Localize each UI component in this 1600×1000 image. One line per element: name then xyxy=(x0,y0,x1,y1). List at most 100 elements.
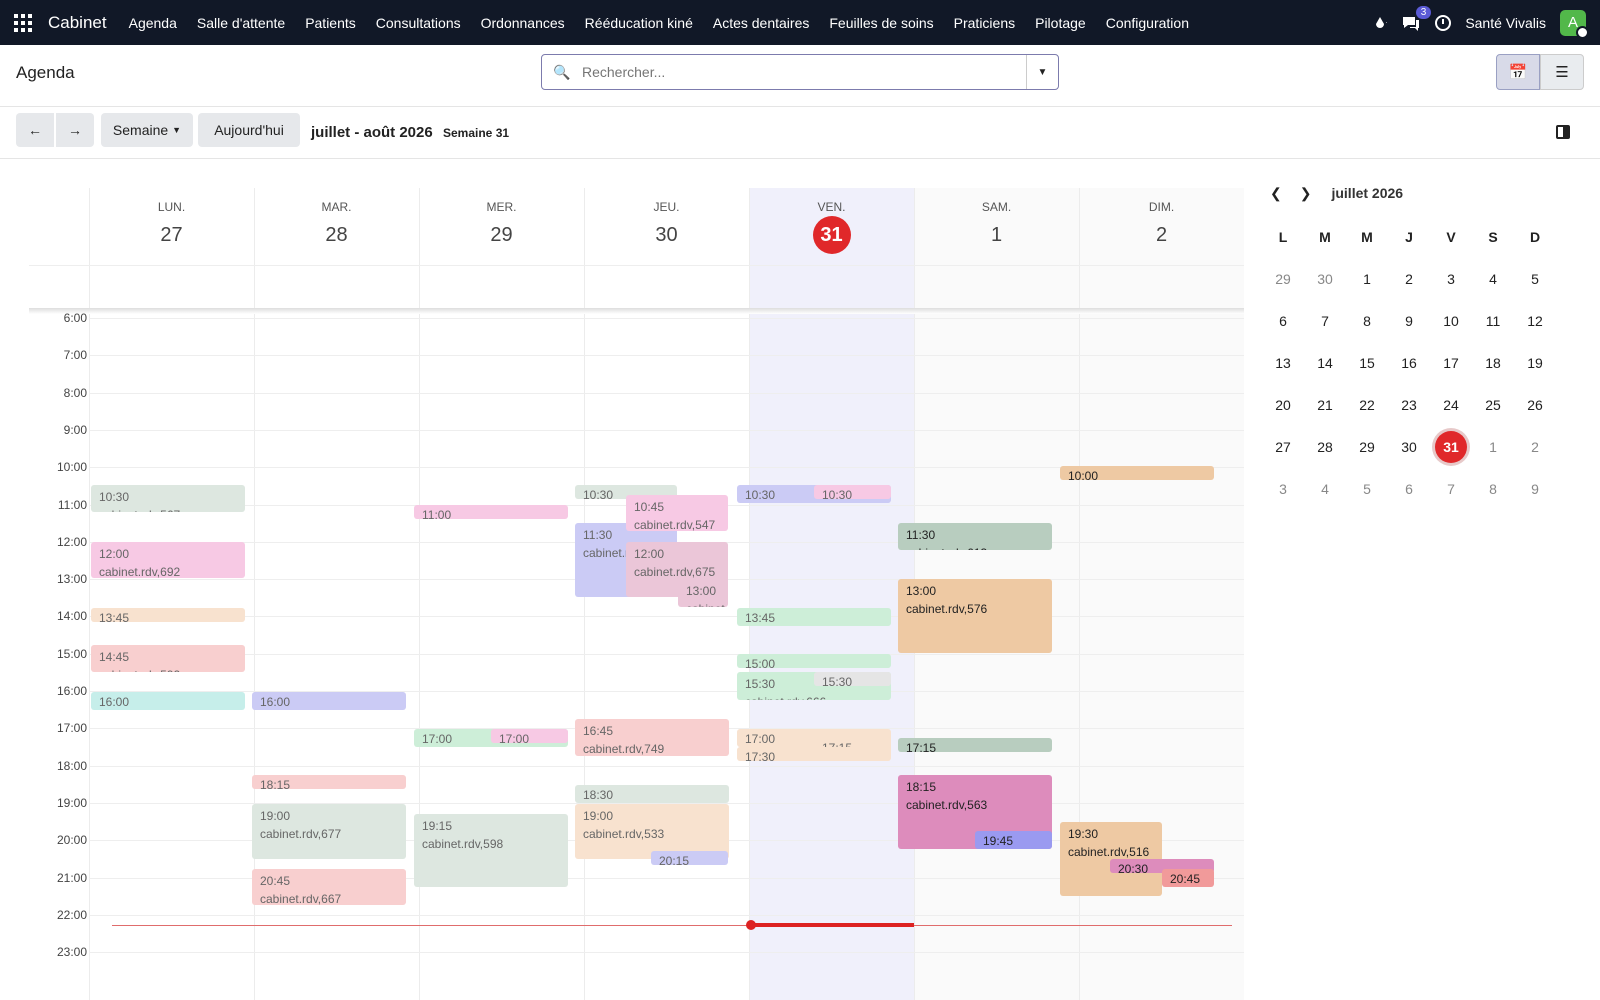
mini-calendar-day[interactable]: 5 xyxy=(1346,468,1388,510)
chevron-left-icon[interactable]: ❮ xyxy=(1270,185,1282,202)
mini-calendar-day[interactable]: 6 xyxy=(1262,300,1304,342)
mini-calendar-day[interactable]: 30 xyxy=(1304,258,1346,300)
calendar-event[interactable]: 11:30 cabinet.rdv,613 xyxy=(898,523,1052,550)
mini-calendar-day[interactable]: 5 xyxy=(1514,258,1556,300)
calendar-event[interactable]: 19:45 xyxy=(975,831,1052,849)
menu-item-waiting-room[interactable]: Salle d'attente xyxy=(197,15,285,31)
mini-calendar-day[interactable]: 7 xyxy=(1304,300,1346,342)
side-panel-toggle-icon[interactable] xyxy=(1556,125,1570,139)
mini-calendar-day[interactable]: 31 xyxy=(1430,426,1472,468)
mini-calendar-day[interactable]: 26 xyxy=(1514,384,1556,426)
calendar-event[interactable]: 10:30 xyxy=(814,485,891,499)
menu-item-consultations[interactable]: Consultations xyxy=(376,15,461,31)
mini-calendar-day[interactable]: 7 xyxy=(1430,468,1472,510)
mini-calendar-day[interactable]: 1 xyxy=(1472,426,1514,468)
calendar-event[interactable]: 12:00 cabinet.rdv,692 xyxy=(91,542,245,578)
menu-item-configuration[interactable]: Configuration xyxy=(1106,15,1189,31)
chat-icon[interactable]: 3 xyxy=(1401,5,1432,32)
mini-calendar-day[interactable]: 16 xyxy=(1388,342,1430,384)
search-input[interactable] xyxy=(582,64,1026,80)
mini-calendar-day[interactable]: 2 xyxy=(1388,258,1430,300)
menu-item-reporting[interactable]: Pilotage xyxy=(1035,15,1086,31)
calendar-event[interactable]: 20:45 xyxy=(1162,869,1214,887)
mini-calendar-day[interactable]: 30 xyxy=(1388,426,1430,468)
mini-calendar-day[interactable]: 15 xyxy=(1346,342,1388,384)
mini-calendar-day[interactable]: 4 xyxy=(1472,258,1514,300)
menu-item-prescriptions[interactable]: Ordonnances xyxy=(481,15,565,31)
mini-calendar-day[interactable]: 23 xyxy=(1388,384,1430,426)
mini-calendar-day[interactable]: 27 xyxy=(1262,426,1304,468)
day-header-wed[interactable]: MER. 29 xyxy=(419,188,584,247)
mini-calendar-day[interactable]: 4 xyxy=(1304,468,1346,510)
mini-calendar-day[interactable]: 10 xyxy=(1430,300,1472,342)
mini-calendar-day[interactable]: 13 xyxy=(1262,342,1304,384)
mini-calendar-day[interactable]: 8 xyxy=(1346,300,1388,342)
mini-calendar-day[interactable]: 25 xyxy=(1472,384,1514,426)
day-header-sun[interactable]: DIM. 2 xyxy=(1079,188,1244,247)
mini-calendar-day[interactable]: 29 xyxy=(1346,426,1388,468)
mini-calendar-day[interactable]: 29 xyxy=(1262,258,1304,300)
calendar-event[interactable]: 16:00 xyxy=(91,692,245,710)
mini-calendar-day[interactable]: 3 xyxy=(1430,258,1472,300)
calendar-event[interactable]: 20:15 xyxy=(651,851,728,865)
list-view-button[interactable]: ☰ xyxy=(1540,54,1584,90)
mini-calendar-day[interactable]: 20 xyxy=(1262,384,1304,426)
calendar-event[interactable]: 19:15 cabinet.rdv,598 xyxy=(414,814,568,887)
calendar-event[interactable]: 20:45 cabinet.rdv,667 xyxy=(252,869,406,905)
mini-calendar-day[interactable]: 17 xyxy=(1430,342,1472,384)
day-header-mon[interactable]: LUN. 27 xyxy=(89,188,254,247)
calendar-event[interactable]: 13:00 cabinet xyxy=(678,579,728,607)
calendar-event[interactable]: 17:00 xyxy=(491,729,568,743)
apps-menu-icon[interactable] xyxy=(14,13,32,32)
calendar-event[interactable]: 15:30 xyxy=(814,672,891,686)
next-button[interactable]: → xyxy=(56,113,94,147)
day-header-tue[interactable]: MAR. 28 xyxy=(254,188,419,247)
mini-calendar-day[interactable]: 11 xyxy=(1472,300,1514,342)
menu-item-physio[interactable]: Rééducation kiné xyxy=(585,15,693,31)
mini-calendar-day[interactable]: 2 xyxy=(1514,426,1556,468)
menu-item-agenda[interactable]: Agenda xyxy=(129,15,177,31)
calendar-event[interactable]: 17:30 xyxy=(737,747,891,761)
calendar-event[interactable]: 17:15 xyxy=(898,738,1052,752)
menu-item-patients[interactable]: Patients xyxy=(305,15,356,31)
calendar-event[interactable]: 18:15 xyxy=(252,775,406,789)
calendar-event[interactable]: 11:00 xyxy=(414,505,568,519)
day-header-thu[interactable]: JEU. 30 xyxy=(584,188,749,247)
scale-dropdown[interactable]: Semaine ▼ xyxy=(101,113,193,147)
day-header-fri[interactable]: VEN. 31 xyxy=(749,188,914,254)
mini-calendar-day[interactable]: 18 xyxy=(1472,342,1514,384)
previous-button[interactable]: ← xyxy=(16,113,54,147)
chevron-right-icon[interactable]: ❯ xyxy=(1300,185,1312,202)
mini-calendar-day[interactable]: 9 xyxy=(1514,468,1556,510)
mini-calendar-day[interactable]: 21 xyxy=(1304,384,1346,426)
calendar-event[interactable]: 18:30 xyxy=(575,785,729,803)
mini-calendar-day[interactable]: 24 xyxy=(1430,384,1472,426)
menu-item-care-sheets[interactable]: Feuilles de soins xyxy=(829,15,933,31)
drop-icon[interactable] xyxy=(1373,16,1388,30)
mini-calendar-day[interactable]: 22 xyxy=(1346,384,1388,426)
mini-calendar-day[interactable]: 28 xyxy=(1304,426,1346,468)
mini-calendar-day[interactable]: 3 xyxy=(1262,468,1304,510)
mini-calendar-day[interactable]: 14 xyxy=(1304,342,1346,384)
calendar-view-button[interactable]: 📅 xyxy=(1496,54,1540,90)
company-name[interactable]: Santé Vivalis xyxy=(1465,15,1546,31)
mini-calendar-day[interactable]: 19 xyxy=(1514,342,1556,384)
calendar-event[interactable]: 14:45 cabinet.rdv,592 xyxy=(91,645,245,672)
search-options-toggle[interactable]: ▼ xyxy=(1026,55,1058,89)
activity-clock-icon[interactable] xyxy=(1435,14,1452,31)
calendar-event[interactable]: 15:00 xyxy=(737,654,891,668)
today-button[interactable]: Aujourd'hui xyxy=(198,113,300,147)
mini-calendar-day[interactable]: 1 xyxy=(1346,258,1388,300)
calendar-event[interactable]: 10:30 cabinet.rdv,567 xyxy=(91,485,245,512)
day-header-sat[interactable]: SAM. 1 xyxy=(914,188,1079,247)
calendar-event[interactable]: 19:00 cabinet.rdv,677 xyxy=(252,804,406,859)
mini-calendar-day[interactable]: 6 xyxy=(1388,468,1430,510)
mini-calendar-day[interactable]: 12 xyxy=(1514,300,1556,342)
menu-item-practitioners[interactable]: Praticiens xyxy=(954,15,1015,31)
calendar-event[interactable]: 13:45 xyxy=(91,608,245,622)
calendar-event[interactable]: 10:00 xyxy=(1060,466,1214,480)
calendar-event[interactable]: 13:45 xyxy=(737,608,891,626)
mini-calendar-day[interactable]: 9 xyxy=(1388,300,1430,342)
calendar-event[interactable]: 16:00 xyxy=(252,692,406,710)
user-avatar[interactable]: A xyxy=(1560,9,1589,39)
